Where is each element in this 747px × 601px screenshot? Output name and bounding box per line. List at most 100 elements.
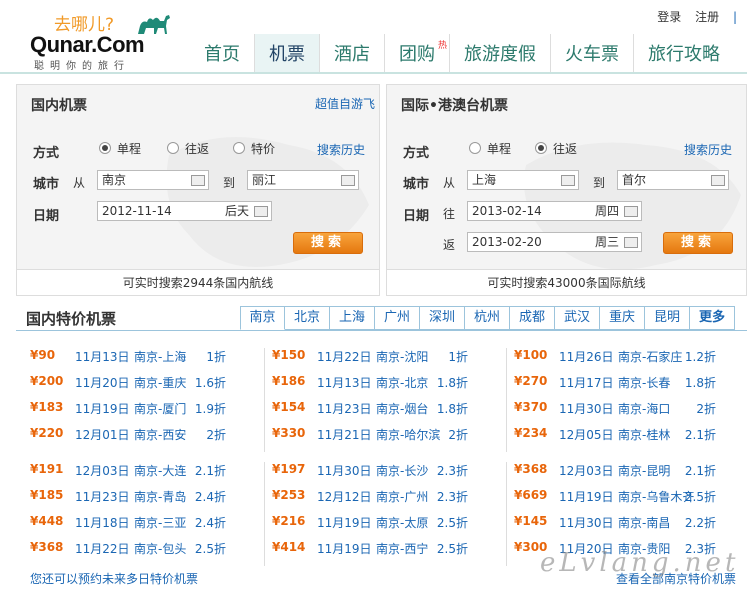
deal-route: 南京-厦门 [134, 402, 187, 416]
watermark: eLvlang.net [540, 548, 740, 578]
free-travel-link[interactable]: 超值自游飞 [315, 95, 375, 112]
to-city-input[interactable]: 首尔 [617, 170, 729, 190]
nav-groupbuy[interactable]: 团购热 [384, 34, 449, 72]
search-history-link[interactable]: 搜索历史 [317, 141, 365, 158]
city-picker-icon[interactable] [711, 175, 725, 186]
nav-home[interactable]: 首页 [190, 34, 254, 72]
deal-date: 11月20日 [75, 376, 130, 390]
deal-price: ¥414 [272, 540, 306, 554]
from-city-input[interactable]: 南京 [97, 170, 209, 190]
logo-slogan: 聪明你的旅行 [34, 61, 130, 72]
city-tab[interactable]: 北京 [285, 306, 330, 330]
deal-date: 11月30日 [559, 516, 614, 530]
deal-route: 南京-石家庄 [618, 350, 683, 364]
deal-route: 南京-海口 [618, 402, 671, 416]
city-tab[interactable]: 昆明 [645, 306, 690, 330]
city-tab[interactable]: 上海 [330, 306, 375, 330]
deal-route: 南京-长沙 [376, 464, 429, 478]
city-tab[interactable]: 重庆 [600, 306, 645, 330]
calendar-icon[interactable] [254, 206, 268, 217]
city-picker-icon[interactable] [561, 175, 575, 186]
deal-route: 南京-包头 [134, 542, 187, 556]
intl-flight-panel: 国际•港澳台机票 方式 单程 往返 搜索历史 城市 从 上海 到 首尔 日期 往… [386, 84, 747, 296]
city-tab[interactable]: 深圳 [420, 306, 465, 330]
from-label: 从 [73, 176, 86, 190]
nav-hotels[interactable]: 酒店 [319, 34, 384, 72]
intl-search-button[interactable]: 搜索 [663, 232, 733, 254]
nav-flights[interactable]: 机票 [254, 34, 319, 72]
back-date-input[interactable]: 2013-02-20 周三 [467, 232, 642, 252]
go-date-input[interactable]: 2013-02-14 周四 [467, 201, 642, 221]
deal-price: ¥197 [272, 462, 306, 476]
deal-date: 12月05日 [559, 428, 614, 442]
deal-discount: 2折 [206, 428, 226, 442]
go-date-weekday: 周四 [594, 204, 619, 218]
deal-route: 南京-西宁 [376, 542, 429, 556]
deal-price: ¥150 [272, 348, 306, 362]
deal-date: 11月13日 [75, 350, 130, 364]
city-picker-icon[interactable] [191, 175, 205, 186]
deal-price: ¥145 [514, 514, 548, 528]
calendar-icon[interactable] [624, 237, 638, 248]
deal-route: 南京-桂林 [618, 428, 671, 442]
date-value: 2012-11-14 [102, 204, 172, 218]
nav-groupbuy-label: 团购 [399, 44, 435, 65]
deal-date: 12月12日 [317, 490, 372, 504]
roundtrip-label: 往返 [553, 142, 578, 156]
city-tab[interactable]: 杭州 [465, 306, 510, 330]
roundtrip-label: 往返 [185, 142, 210, 156]
reserve-more-link[interactable]: 您还可以预约未来多日特价机票 [30, 570, 198, 587]
nav-travel-guide[interactable]: 旅行攻略 [633, 34, 734, 72]
nav-train[interactable]: 火车票 [550, 34, 633, 72]
deal-route: 南京-北京 [376, 376, 429, 390]
deal-date: 12月03日 [559, 464, 614, 478]
to-city-value: 丽江 [252, 173, 277, 187]
nav-vacation[interactable]: 旅游度假 [449, 34, 550, 72]
column-divider [264, 348, 265, 452]
more-cities-tab[interactable]: 更多 [690, 306, 735, 330]
deal-route: 南京-青岛 [134, 490, 187, 504]
intl-footer: 可实时搜索43000条国际航线 [387, 269, 746, 295]
roundtrip-radio[interactable] [167, 142, 179, 154]
login-link[interactable]: 登录 [657, 10, 681, 24]
city-tab[interactable]: 广州 [375, 306, 420, 330]
oneway-radio[interactable] [469, 142, 481, 154]
deal-date: 12月03日 [75, 464, 130, 478]
special-radio[interactable] [233, 142, 245, 154]
to-city-input[interactable]: 丽江 [247, 170, 359, 190]
city-tab[interactable]: 武汉 [555, 306, 600, 330]
deal-date: 11月19日 [75, 402, 130, 416]
deal-discount: 2.5折 [684, 490, 716, 504]
oneway-radio[interactable] [99, 142, 111, 154]
deal-discount: 1.8折 [436, 402, 468, 416]
deal-discount: 2折 [448, 428, 468, 442]
deal-price: ¥370 [514, 400, 548, 414]
register-link[interactable]: 注册 [695, 10, 719, 24]
logo-brand: Qunar.Com [30, 32, 145, 57]
deal-route: 南京-广州 [376, 490, 429, 504]
deal-discount: 1.8折 [684, 376, 716, 390]
from-city-input[interactable]: 上海 [467, 170, 579, 190]
roundtrip-radio[interactable] [535, 142, 547, 154]
deal-discount: 2.4折 [194, 516, 226, 530]
to-city-value: 首尔 [622, 173, 647, 187]
city-tab[interactable]: 南京 [240, 306, 285, 330]
date-input[interactable]: 2012-11-14 后天 [97, 201, 272, 221]
deal-date: 11月22日 [75, 542, 130, 556]
deal-discount: 2.1折 [194, 464, 226, 478]
deal-route: 南京-烟台 [376, 402, 429, 416]
deal-date: 11月22日 [317, 350, 372, 364]
deal-price: ¥330 [272, 426, 306, 440]
top-links: 登录 注册 | [657, 10, 737, 24]
city-picker-icon[interactable] [341, 175, 355, 186]
search-history-link[interactable]: 搜索历史 [684, 141, 732, 158]
deal-price: ¥270 [514, 374, 548, 388]
deal-date: 11月21日 [317, 428, 372, 442]
from-label: 从 [443, 176, 456, 190]
domestic-search-button[interactable]: 搜索 [293, 232, 363, 254]
deal-discount: 1.9折 [194, 402, 226, 416]
city-tab[interactable]: 成都 [510, 306, 555, 330]
calendar-icon[interactable] [624, 206, 638, 217]
city-label: 城市 [403, 177, 430, 192]
qunar-logo[interactable]: 去哪儿? Qunar.Com 聪明你的旅行 [30, 6, 180, 72]
